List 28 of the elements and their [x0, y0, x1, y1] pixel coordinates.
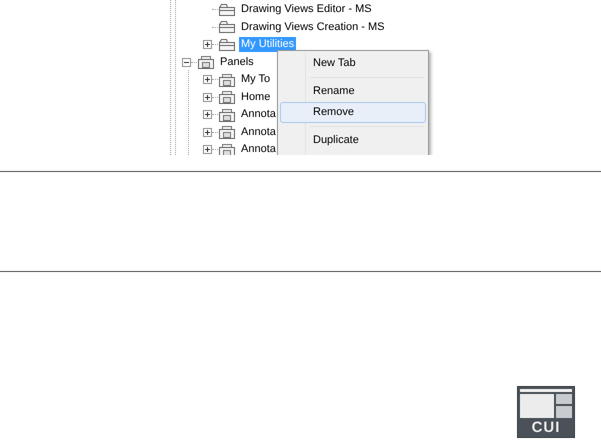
tree-item[interactable]: Annota: [239, 107, 278, 122]
tree-item[interactable]: Drawing Views Creation - MS: [239, 20, 386, 35]
expand-icon[interactable]: [203, 75, 212, 84]
panel-icon: [218, 108, 236, 122]
panel-icon: [218, 72, 236, 87]
panel-icon: [218, 90, 236, 104]
tree-item[interactable]: Annota: [239, 142, 278, 155]
expand-icon[interactable]: [203, 40, 212, 50]
expand-icon[interactable]: [203, 110, 212, 120]
tree-item[interactable]: Panels: [218, 54, 256, 70]
panel-icon: [197, 55, 215, 70]
tab-icon: [218, 2, 236, 17]
collapse-icon[interactable]: [182, 58, 191, 67]
menu-item[interactable]: Remove: [280, 102, 426, 123]
menu-item[interactable]: Rename: [280, 81, 426, 102]
tree-item[interactable]: Home: [239, 90, 272, 105]
cui-app-icon: CUI: [517, 386, 575, 438]
expand-icon[interactable]: [203, 145, 212, 154]
panel-icon: [218, 125, 236, 140]
tree-item[interactable]: My To: [239, 72, 272, 88]
tree-item[interactable]: Drawing Views Editor - MS: [239, 2, 374, 18]
tree-item[interactable]: Annota: [239, 124, 278, 140]
tab-icon: [218, 20, 236, 34]
menu-item[interactable]: Duplicate: [280, 130, 426, 151]
expand-icon[interactable]: [203, 92, 212, 102]
menu-item[interactable]: New Tab: [280, 53, 426, 74]
expand-icon[interactable]: [203, 128, 212, 137]
tab-icon: [218, 38, 236, 52]
